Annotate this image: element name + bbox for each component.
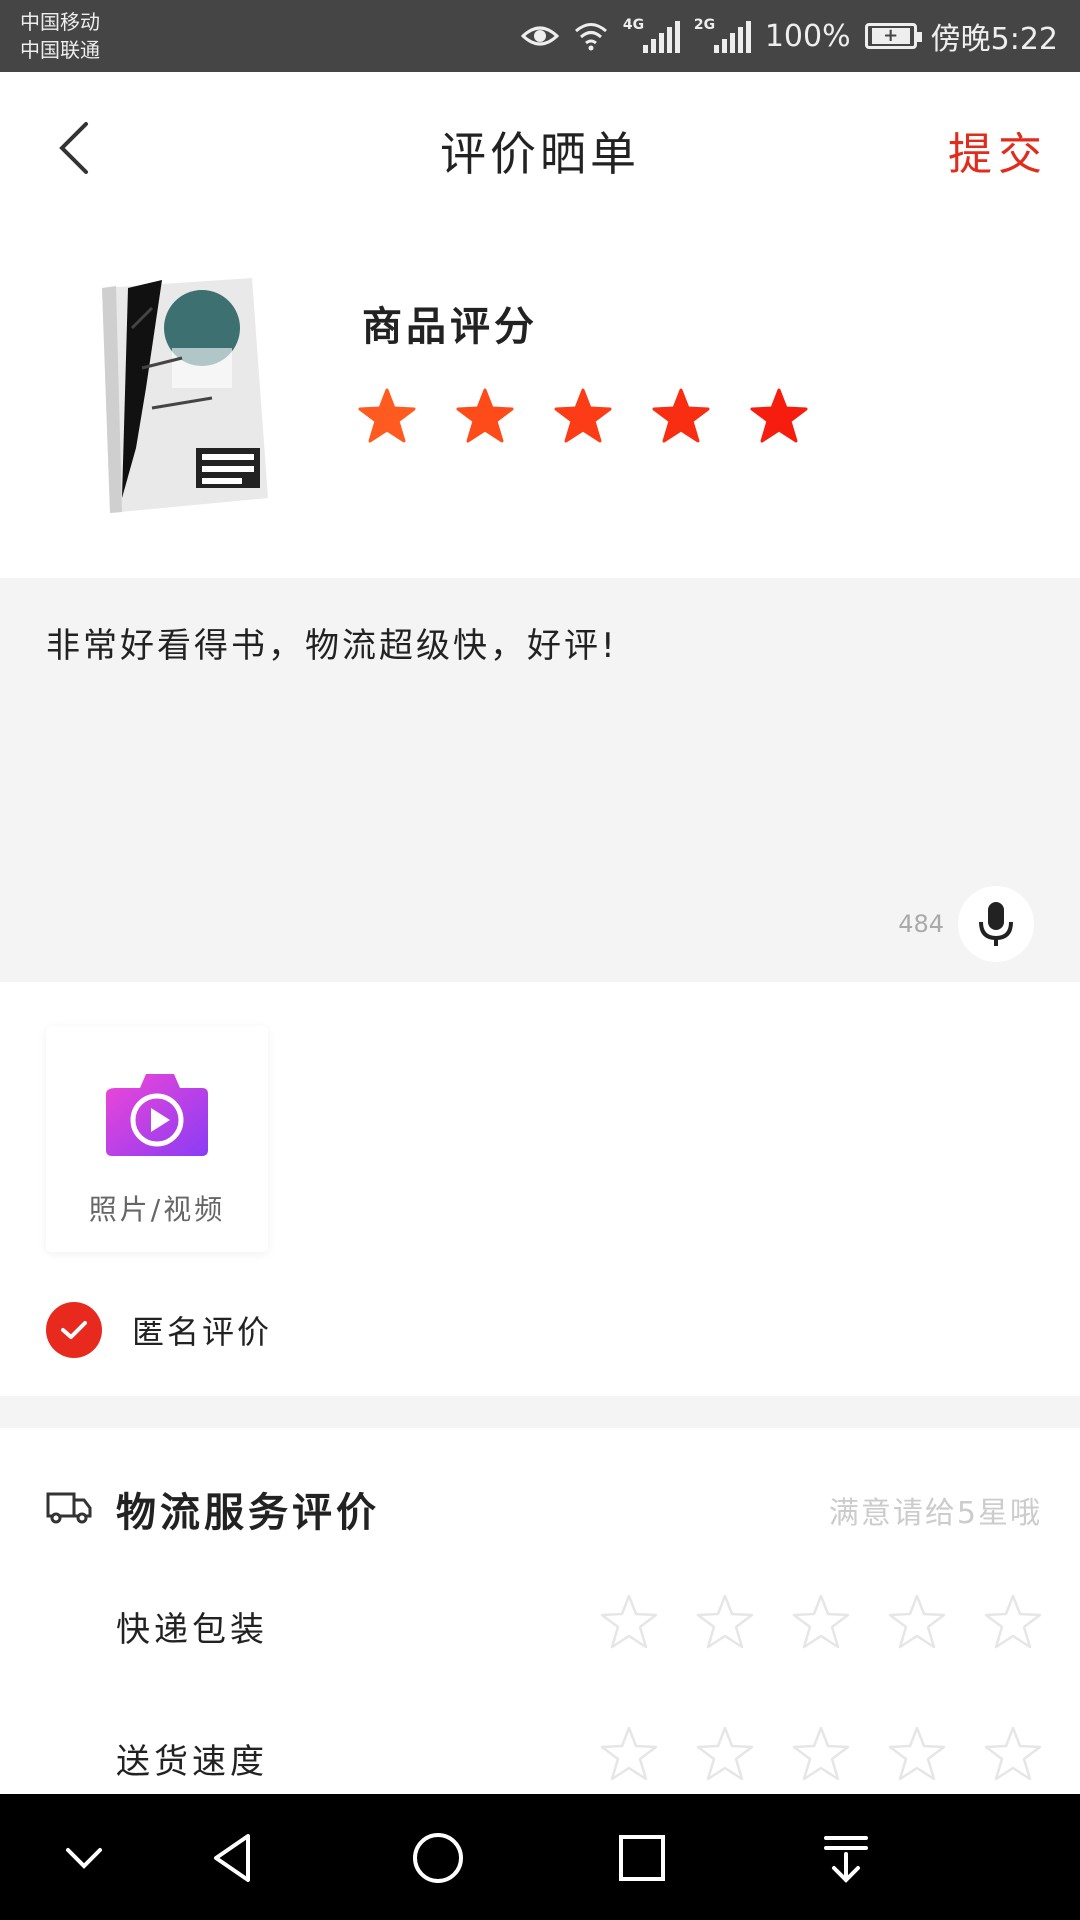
star-outline-icon[interactable]	[888, 1594, 946, 1650]
section-divider	[0, 1396, 1080, 1428]
network-4g-label: 4G	[622, 17, 645, 33]
carrier-1: 中国移动	[20, 10, 100, 34]
star-outline-icon[interactable]	[888, 1726, 946, 1782]
camera-video-icon	[106, 1074, 208, 1156]
star-outline-icon[interactable]	[984, 1726, 1042, 1782]
star-outline-icon[interactable]	[696, 1726, 754, 1782]
wifi-icon	[574, 23, 607, 51]
product-rating-section: 商品评分	[0, 222, 1080, 578]
page-title: 评价晒单	[440, 127, 640, 181]
battery-icon: +	[864, 23, 922, 49]
logistics-hint: 满意请给5星哦	[828, 1496, 1042, 1531]
char-counter: 484	[898, 910, 944, 938]
battery-percent: 100%	[764, 18, 851, 54]
recents-square-icon[interactable]	[612, 1828, 672, 1888]
submit-button[interactable]: 提交	[948, 118, 1048, 182]
product-image	[102, 278, 268, 513]
add-media-button[interactable]: 照片/视频	[46, 1026, 268, 1252]
star-outline-icon[interactable]	[792, 1726, 850, 1782]
truck-icon	[46, 1492, 92, 1524]
header: 评价晒单 提交	[0, 72, 1080, 222]
logistics-row-packaging: 快递包装	[0, 1592, 1080, 1662]
packaging-rating-stars[interactable]	[600, 1594, 1042, 1650]
clock: 傍晚5:22	[930, 22, 1058, 57]
speed-rating-stars[interactable]	[600, 1726, 1042, 1782]
logistics-header: 物流服务评价 满意请给5星哦	[0, 1470, 1080, 1540]
signal-2g-icon: 2G	[693, 17, 751, 53]
star-outline-icon[interactable]	[696, 1594, 754, 1650]
eye-icon	[520, 26, 559, 46]
status-icons: 4G 2G 100% + 傍晚5:22	[520, 0, 1058, 72]
row-label: 快递包装	[116, 1610, 268, 1650]
voice-input-button[interactable]	[958, 886, 1034, 962]
star-filled-icon[interactable]	[750, 388, 808, 444]
star-filled-icon[interactable]	[456, 388, 514, 444]
carrier-2: 中国联通	[20, 38, 100, 62]
product-rating-label: 商品评分	[362, 304, 538, 350]
logistics-row-speed: 送货速度	[0, 1724, 1080, 1794]
microphone-icon	[979, 902, 1013, 946]
product-rating-stars[interactable]	[358, 388, 808, 444]
anonymous-toggle[interactable]: 匿名评价	[46, 1302, 272, 1358]
signal-4g-icon: 4G	[622, 17, 680, 53]
checkbox-checked-icon[interactable]	[46, 1302, 102, 1358]
home-circle-icon[interactable]	[408, 1828, 468, 1888]
star-filled-icon[interactable]	[554, 388, 612, 444]
star-outline-icon[interactable]	[792, 1594, 850, 1650]
anonymous-label: 匿名评价	[132, 1313, 273, 1351]
star-filled-icon[interactable]	[652, 388, 710, 444]
star-outline-icon[interactable]	[600, 1726, 658, 1782]
row-label: 送货速度	[116, 1742, 268, 1782]
star-outline-icon[interactable]	[600, 1594, 658, 1650]
status-bar: 中国移动 中国联通 4G 2G 100% + 傍晚5:22	[0, 0, 1080, 72]
back-triangle-icon[interactable]	[204, 1828, 264, 1888]
network-2g-label: 2G	[693, 17, 716, 33]
logistics-title: 物流服务评价	[116, 1490, 380, 1536]
system-nav-bar	[0, 1794, 1080, 1920]
star-outline-icon[interactable]	[984, 1594, 1042, 1650]
review-text[interactable]: 非常好看得书，物流超级快，好评!	[46, 618, 618, 667]
review-textarea[interactable]: 非常好看得书，物流超级快，好评! 484	[0, 578, 1080, 982]
star-filled-icon[interactable]	[358, 388, 416, 444]
carrier-info: 中国移动 中国联通	[20, 8, 100, 64]
chevron-down-icon[interactable]	[54, 1828, 114, 1888]
media-label: 照片/视频	[88, 1193, 226, 1226]
notification-pull-icon[interactable]	[816, 1828, 876, 1888]
